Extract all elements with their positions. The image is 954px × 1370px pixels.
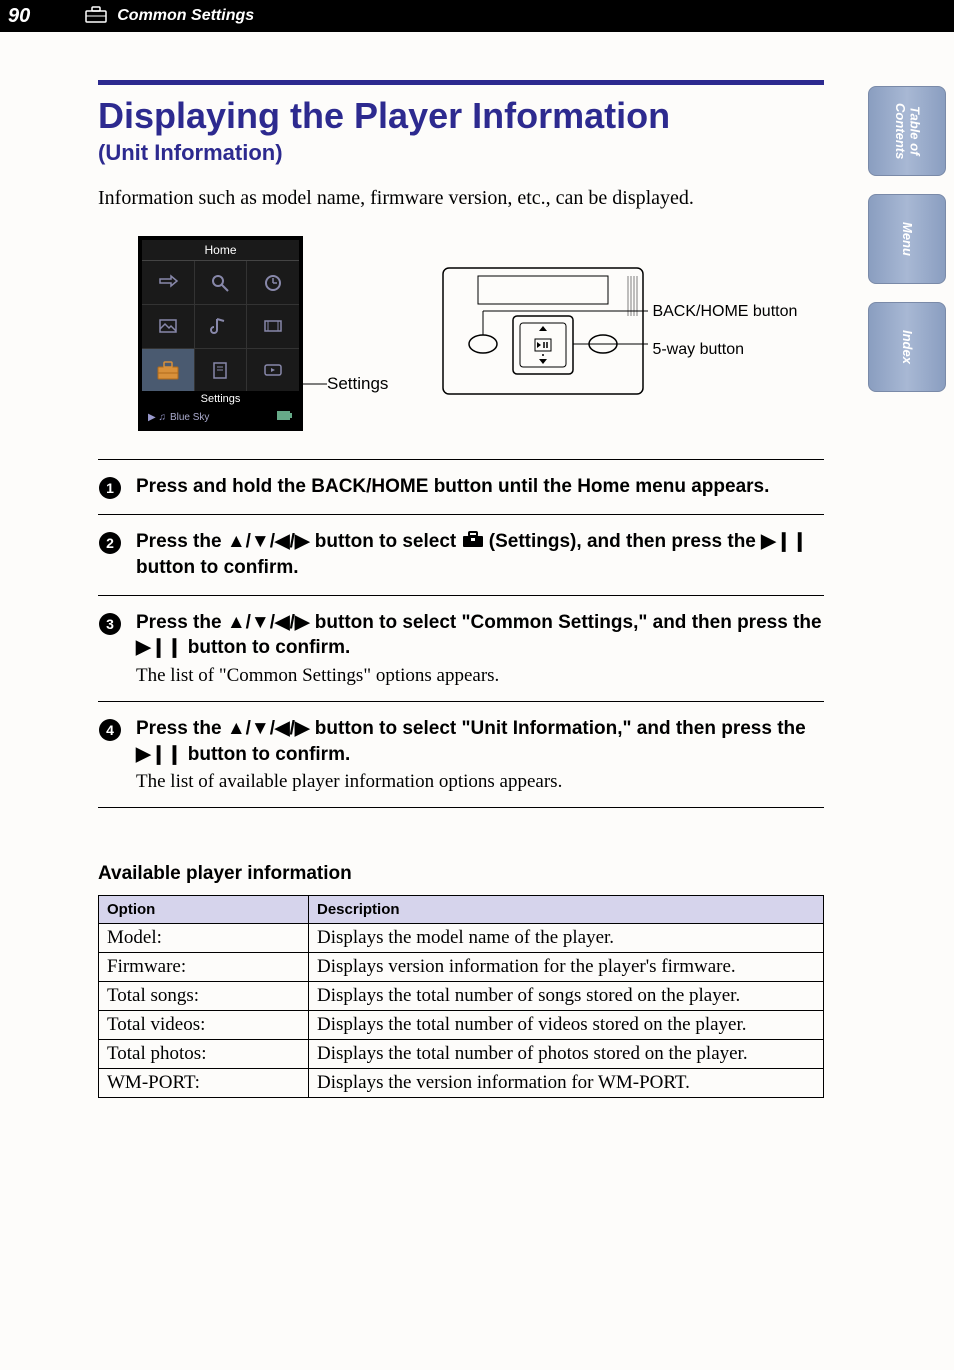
chapter-title: Common Settings (117, 7, 254, 25)
step-4-text: Press the ▲/▼/◀/▶ button to select "Unit… (136, 716, 824, 767)
device-diagram (438, 266, 648, 396)
page-subtitle: (Unit Information) (98, 140, 824, 166)
grid-cell-video (247, 305, 299, 348)
toolbox-icon (85, 5, 107, 28)
step-1-text: Press and hold the BACK/HOME button unti… (136, 474, 769, 500)
grid-cell-photo (142, 305, 194, 348)
player-info-table: Option Description Model:Displays the mo… (98, 895, 824, 1098)
table-row: Total songs:Displays the total number of… (99, 982, 824, 1011)
svg-text:4: 4 (106, 722, 114, 738)
toolbox-icon (462, 530, 484, 556)
table-row: Total photos:Displays the total number o… (99, 1040, 824, 1069)
table-heading: Available player information (98, 863, 824, 885)
page-header: 90 Common Settings (0, 0, 954, 32)
step-3-note: The list of "Common Settings" options ap… (136, 665, 824, 687)
grid-cell-search (195, 261, 247, 304)
page-content: Displaying the Player Information (Unit … (0, 32, 954, 1138)
step-1: 1 Press and hold the BACK/HOME button un… (98, 459, 824, 514)
dpad-glyph: ▲/▼/◀/▶ (227, 612, 310, 633)
side-tabs: Table of Contents Menu Index (868, 86, 946, 392)
tab-menu-label: Menu (900, 222, 914, 256)
dpad-glyph: ▲/▼/◀/▶ (227, 718, 310, 739)
battery-icon (277, 411, 293, 423)
steps-end-rule (98, 807, 824, 808)
step-2: 2 Press the ▲/▼/◀/▶ button to select (Se… (98, 514, 824, 594)
annotation-line-screen (303, 269, 327, 399)
step-2-text: Press the ▲/▼/◀/▶ button to select (Sett… (136, 529, 824, 580)
table-row: WM-PORT:Displays the version information… (99, 1069, 824, 1098)
step-3-text: Press the ▲/▼/◀/▶ button to select "Comm… (136, 610, 824, 661)
step-4: 4 Press the ▲/▼/◀/▶ button to select "Un… (98, 701, 824, 807)
device-diagram-wrap: BACK/HOME button 5-way button (438, 236, 797, 396)
table-row: Total videos:Displays the total number o… (99, 1011, 824, 1040)
tab-index-label: Index (900, 330, 914, 364)
col-header-description: Description (309, 896, 824, 924)
play-pause-glyph: ▶❙❙ (136, 637, 182, 658)
diagram-label-back-home: BACK/HOME button (652, 302, 797, 323)
tab-index[interactable]: Index (868, 302, 946, 392)
grid-cell-settings-active (142, 349, 194, 392)
diagram-label-5way: 5-way button (652, 340, 797, 361)
play-pause-glyph: ▶❙❙ (136, 744, 182, 765)
col-header-option: Option (99, 896, 309, 924)
screen-title: Home (142, 240, 299, 261)
page-number: 90 (8, 5, 30, 28)
screen-footer-label: Settings (142, 391, 299, 407)
title-rule (98, 80, 824, 85)
grid-cell-nowplaying (247, 349, 299, 392)
now-playing-text: Blue Sky (170, 412, 277, 423)
device-home-screen: Home (138, 236, 303, 431)
grid-cell-shuffle (142, 261, 194, 304)
intro-paragraph: Information such as model name, firmware… (98, 184, 824, 212)
grid-cell-playlist (195, 349, 247, 392)
table-row: Model:Displays the model name of the pla… (99, 924, 824, 953)
tab-contents-label: Table of Contents (893, 87, 922, 175)
step-number-2-icon: 2 (98, 531, 122, 555)
table-row: Firmware:Displays version information fo… (99, 953, 824, 982)
screen-bottom-bar: ▶ ♫ Blue Sky (142, 407, 299, 427)
tab-contents[interactable]: Table of Contents (868, 86, 946, 176)
step-number-4-icon: 4 (98, 718, 122, 742)
step-4-note: The list of available player information… (136, 771, 824, 793)
step-number-1-icon: 1 (98, 476, 122, 500)
step-number-3-icon: 3 (98, 612, 122, 636)
illustration-row: Home (98, 236, 824, 431)
play-pause-glyph: ▶❙❙ (761, 531, 807, 552)
page-title: Displaying the Player Information (98, 95, 824, 136)
grid-cell-music (195, 305, 247, 348)
svg-text:3: 3 (106, 616, 114, 632)
svg-text:2: 2 (106, 535, 114, 551)
dpad-glyph: ▲/▼/◀/▶ (227, 531, 310, 552)
step-3: 3 Press the ▲/▼/◀/▶ button to select "Co… (98, 595, 824, 701)
grid-cell-clock (247, 261, 299, 304)
settings-annotation: Settings (327, 374, 388, 394)
now-playing-icon: ▶ ♫ (148, 412, 166, 423)
tab-menu[interactable]: Menu (868, 194, 946, 284)
svg-text:1: 1 (106, 480, 114, 496)
home-grid (142, 261, 299, 391)
